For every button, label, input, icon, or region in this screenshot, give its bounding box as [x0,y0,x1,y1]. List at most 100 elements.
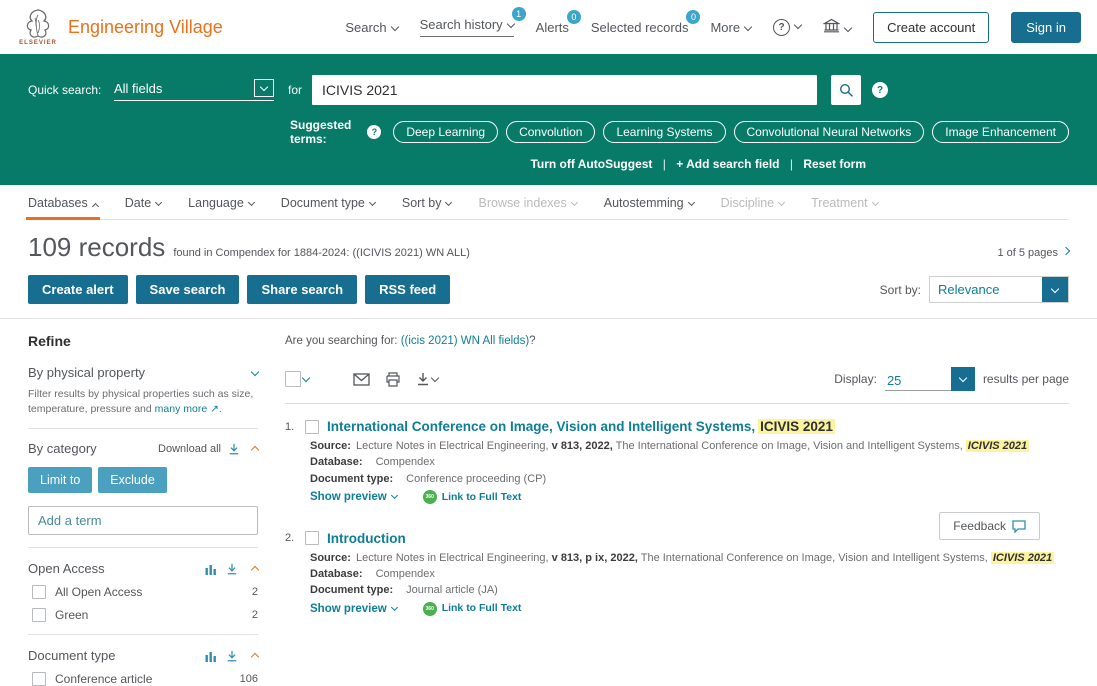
result-title-link[interactable]: Introduction [327,531,406,546]
tab-language[interactable]: Language [188,196,255,210]
sort-by-label: Sort by: [879,282,921,297]
suggested-term-chip[interactable]: Convolution [506,121,596,143]
chevron-down-icon [687,198,695,207]
show-preview-link[interactable]: Show preview [310,490,398,505]
searching-for-link[interactable]: ((icis 2021) WN All fields) [401,335,529,347]
download-icon[interactable] [226,650,238,662]
nav-help[interactable]: ? [773,18,803,36]
tab-discipline: Discipline [721,196,786,210]
facet-item-all-open-access: All Open Access 2 [28,585,258,600]
nav-more[interactable]: More [710,20,753,35]
facet-item-label[interactable]: All Open Access [55,585,243,599]
by-physical-property-header[interactable]: By physical property [28,365,260,380]
select-all-checkbox[interactable] [285,371,301,387]
result-title-link[interactable]: International Conference on Image, Visio… [327,419,835,434]
collapse-icon[interactable] [250,445,260,455]
chevron-down-icon [259,82,269,92]
full-text-link[interactable]: 360 Link to Full Text [422,490,521,505]
tab-document-type[interactable]: Document type [281,196,376,210]
app-header: ELSEVIER Engineering Village Search Sear… [0,0,1097,54]
suggested-term-chip[interactable]: Deep Learning [393,121,499,143]
facet-title: Document type [28,648,116,664]
nav-search[interactable]: Search [345,20,399,35]
collapse-icon[interactable] [250,565,260,575]
quick-search-panel: Quick search: All fields for ? Suggested… [0,54,1097,185]
suggested-term-chip[interactable]: Convolutional Neural Networks [733,121,925,143]
turn-off-autosuggest-link[interactable]: Turn off AutoSuggest [530,157,652,171]
select-options-chevron-icon[interactable] [301,373,311,383]
nav-selected-records[interactable]: Selected records 0 [591,9,701,35]
chevron-down-icon [430,373,440,383]
share-search-button[interactable]: Share search [247,275,358,304]
sort-dropdown-button[interactable] [1042,277,1068,302]
result-item: 2. Introduction Source: Lecture Notes in … [285,531,1069,617]
facet-item-label[interactable]: Conference article [55,672,231,686]
chevron-down-icon [390,491,398,499]
facet-item-label[interactable]: Green [55,608,243,622]
tab-databases[interactable]: Databases [26,196,100,220]
pagination[interactable]: 1 of 5 pages [997,246,1071,259]
download-all-label[interactable]: Download all [158,443,221,455]
suggested-term-chip[interactable]: Learning Systems [603,121,726,143]
results-per-page-select[interactable]: 25 [884,367,975,391]
record-count: 109 records [28,232,166,262]
display-dropdown-button[interactable] [950,367,975,391]
email-icon[interactable] [353,372,370,386]
tab-sort-by[interactable]: Sort by [402,196,453,210]
search-field-select[interactable]: All fields [114,79,274,101]
suggested-term-chip[interactable]: Image Enhancement [932,121,1069,143]
show-preview-link[interactable]: Show preview [310,602,398,617]
download-icon [418,373,428,386]
tab-date[interactable]: Date [125,196,163,210]
divider [28,547,258,549]
sign-in-button[interactable]: Sign in [1011,11,1081,43]
tab-autostemming[interactable]: Autostemming [604,196,695,210]
save-search-button[interactable]: Save search [135,275,240,304]
result-source: Source: Lecture Notes in Electrical Engin… [310,440,1030,452]
checkbox[interactable] [32,672,46,686]
for-label: for [288,83,303,97]
app-title: Engineering Village [68,16,223,37]
chevron-down-icon [778,198,786,207]
nav-search-history[interactable]: Search history 1 [419,7,526,37]
create-alert-button[interactable]: Create alert [28,275,128,304]
download-menu[interactable] [416,372,440,386]
checkbox[interactable] [32,585,46,600]
histogram-icon[interactable] [205,563,217,575]
refine-panel: Refine By physical property Filter resul… [28,319,260,686]
chevron-down-icon [368,198,376,207]
next-page-icon[interactable] [1061,246,1071,256]
select-chevron-box[interactable] [254,79,274,97]
search-input[interactable] [312,75,818,105]
elsevier-logo[interactable]: ELSEVIER [18,8,58,46]
many-more-link[interactable]: many more ↗ [155,403,219,415]
rss-feed-button[interactable]: RSS feed [365,275,451,304]
search-help-icon[interactable]: ? [872,82,889,98]
create-account-button[interactable]: Create account [873,11,990,43]
result-checkbox[interactable] [305,419,319,434]
sort-by-select[interactable]: Relevance [929,276,1069,303]
nav-alerts[interactable]: Alerts 0 [536,9,581,35]
full-text-link[interactable]: 360 Link to Full Text [422,602,521,617]
exclude-button[interactable]: Exclude [98,467,167,494]
nav-institution[interactable] [822,18,853,36]
checkbox[interactable] [32,608,46,623]
download-icon[interactable] [226,563,238,575]
feedback-button[interactable]: Feedback [939,512,1040,540]
suggested-terms-help-icon[interactable]: ? [367,125,382,139]
search-history-badge: 1 [511,7,526,21]
search-submit-button[interactable] [831,75,862,105]
histogram-icon[interactable] [205,650,217,662]
result-checkbox[interactable] [305,531,319,546]
by-category-header[interactable]: By category Download all [28,441,260,456]
limit-to-button[interactable]: Limit to [28,467,93,494]
print-icon[interactable] [385,371,401,387]
results-toolbar: Display: 25 results per page [285,367,1069,404]
chevron-down-icon [743,22,753,31]
add-term-input[interactable] [28,506,258,536]
add-search-field-link[interactable]: + Add search field [676,157,779,171]
collapse-icon[interactable] [250,652,260,662]
facet-open-access: Open Access [28,561,260,576]
reset-form-link[interactable]: Reset form [803,157,866,171]
download-icon[interactable] [228,443,240,455]
